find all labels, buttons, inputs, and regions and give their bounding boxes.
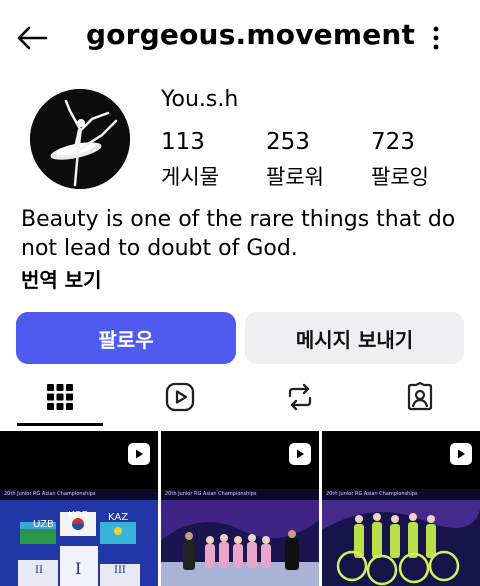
following-count: 723	[371, 129, 415, 155]
message-button[interactable]: 메시지 보내기	[245, 312, 464, 364]
video-badge	[289, 443, 311, 465]
avatar[interactable]	[30, 89, 130, 189]
display-name: You.s.h	[161, 87, 239, 112]
flag-label-uzb: UZB	[33, 519, 54, 530]
stat-posts[interactable]: 113 게시물	[161, 128, 219, 192]
podium-place-3: III	[114, 565, 126, 576]
posts-count: 113	[161, 129, 205, 155]
tab-posts-grid[interactable]	[20, 372, 100, 422]
arrow-left-icon	[17, 26, 48, 50]
profile-username: gorgeous.movement	[86, 18, 416, 51]
repost-icon	[288, 383, 312, 411]
post-banner-text: 20th Junior RG Asian Championships	[161, 489, 319, 500]
stat-following[interactable]: 723 팔로잉	[371, 128, 429, 192]
post-thumbnail[interactable]: 20th Junior RG Asian Championships UZB K…	[0, 431, 158, 586]
play-icon	[458, 449, 465, 459]
followers-count: 253	[266, 129, 310, 155]
see-translation-link[interactable]: 번역 보기	[21, 264, 102, 293]
post-banner-text: 20th Junior RG Asian Championships	[0, 489, 158, 500]
podium-place-2: II	[35, 565, 43, 576]
reels-icon	[165, 382, 195, 412]
profile-tabs	[0, 372, 480, 426]
flag-label-kor: KOR	[68, 510, 89, 521]
more-options-button[interactable]	[420, 22, 452, 54]
more-vertical-icon	[433, 26, 439, 50]
team-scene	[161, 500, 319, 586]
ballerina-photo	[30, 89, 130, 189]
following-label: 팔로잉	[371, 165, 429, 189]
tab-reposts[interactable]	[260, 372, 340, 422]
grid-icon	[47, 384, 73, 410]
posts-label: 게시물	[161, 165, 219, 189]
back-button[interactable]	[12, 20, 52, 56]
video-badge	[128, 443, 150, 465]
flag-label-kaz: KAZ	[108, 512, 129, 523]
stat-followers[interactable]: 253 팔로워	[266, 128, 324, 192]
tab-reels[interactable]	[140, 372, 220, 422]
video-badge	[450, 443, 472, 465]
play-icon	[297, 449, 304, 459]
follow-button[interactable]: 팔로우	[16, 312, 236, 364]
hoops-scene	[322, 500, 480, 586]
top-bar: gorgeous.movement	[0, 0, 480, 76]
active-tab-indicator	[17, 423, 103, 426]
followers-label: 팔로워	[266, 165, 324, 189]
tab-tagged[interactable]	[380, 372, 460, 422]
bio-text: Beauty is one of the rare things that do…	[21, 207, 456, 261]
post-banner-text: 20th Junior RG Asian Championships	[322, 489, 480, 500]
tagged-icon	[407, 382, 433, 411]
podium-place-1: I	[75, 559, 82, 578]
post-thumbnail[interactable]: 20th Junior RG Asian Championships	[322, 431, 480, 586]
posts-grid: 20th Junior RG Asian Championships UZB K…	[0, 431, 480, 586]
post-thumbnail[interactable]: 20th Junior RG Asian Championships	[161, 431, 319, 586]
play-icon	[136, 449, 143, 459]
